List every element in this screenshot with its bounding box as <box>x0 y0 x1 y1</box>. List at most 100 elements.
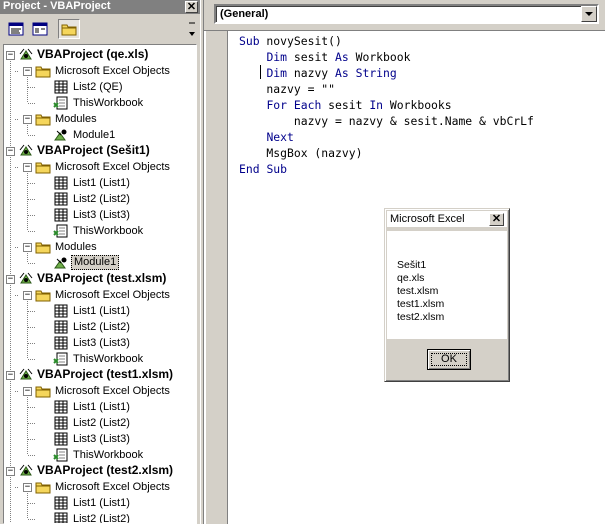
project-icon <box>18 367 34 383</box>
tree-item-label: Microsoft Excel Objects <box>55 385 170 397</box>
tree-item-folder[interactable]: − Microsoft Excel Objects <box>4 287 196 303</box>
tree-item-module[interactable]: Module1 <box>4 255 196 271</box>
tree-item-sheet[interactable]: List3 (List3) <box>4 431 196 447</box>
code-text: nazvy = nazvy & sesit.Name & vbCrLf <box>239 114 534 128</box>
tree-item-project[interactable]: − VBAProject (test2.xlsm) <box>4 463 196 479</box>
view-code-button[interactable] <box>5 19 27 39</box>
tree-item-label: VBAProject (test2.xlsm) <box>37 463 174 477</box>
tree-item-workbook[interactable]: ThisWorkbook <box>4 351 196 367</box>
tree-item-sheet[interactable]: List2 (List2) <box>4 319 196 335</box>
project-pane-title-text: Project - VBAProject <box>3 0 111 12</box>
tree-item-label: Microsoft Excel Objects <box>55 289 170 301</box>
tree-item-label: List3 (List3) <box>73 209 130 221</box>
tree-item-folder[interactable]: − Microsoft Excel Objects <box>4 383 196 399</box>
code-line[interactable]: Dim nazvy As String <box>239 65 397 81</box>
tree-item-module[interactable]: Module1 <box>4 127 196 143</box>
code-line[interactable]: End Sub <box>239 161 287 177</box>
workbook-icon <box>53 223 69 239</box>
project-pane-title[interactable]: Project - VBAProject ✕ <box>0 0 200 14</box>
sheet-icon <box>53 495 69 511</box>
message-line: test1.xlsm <box>397 298 445 310</box>
project-icon <box>18 47 34 63</box>
code-line[interactable]: nazvy = nazvy & sesit.Name & vbCrLf <box>239 113 534 129</box>
code-keyword: Dim <box>266 66 288 80</box>
tree-item-workbook[interactable]: ThisWorkbook <box>4 95 196 111</box>
workbook-icon <box>53 95 69 111</box>
object-dropdown-value: (General) <box>220 8 269 20</box>
tree-item-label: List1 (List1) <box>73 401 130 413</box>
tree-item-sheet[interactable]: List1 (List1) <box>4 495 196 511</box>
view-code-icon <box>8 22 24 36</box>
message-box-title[interactable]: Microsoft Excel ✕ <box>387 211 507 227</box>
toolbar-overflow-icon[interactable] <box>188 20 196 38</box>
collapse-toggle-icon[interactable]: − <box>6 371 15 380</box>
collapse-toggle-icon[interactable]: − <box>6 147 15 156</box>
toggle-folders-button[interactable] <box>58 19 80 39</box>
tree-item-label: Module1 <box>73 129 116 141</box>
collapse-toggle-icon[interactable]: − <box>6 51 15 60</box>
collapse-toggle-icon[interactable]: − <box>23 163 32 172</box>
message-box-dialog: Microsoft Excel ✕ Sešit1 qe.xls test.xls… <box>384 208 510 382</box>
tree-item-folder[interactable]: − Microsoft Excel Objects <box>4 479 196 495</box>
tree-item-sheet[interactable]: List2 (List2) <box>4 415 196 431</box>
tree-item-folder[interactable]: − Microsoft Excel Objects <box>4 159 196 175</box>
text-caret <box>260 65 261 79</box>
tree-item-sheet[interactable]: List3 (List3) <box>4 335 196 351</box>
tree-item-folder[interactable]: − Microsoft Excel Objects <box>4 63 196 79</box>
project-tree[interactable]: − VBAProject (qe.xls) − Microsoft Excel Obj… <box>3 44 197 524</box>
code-line[interactable]: Sub novySesit() <box>239 33 342 49</box>
collapse-toggle-icon[interactable]: − <box>23 483 32 492</box>
module-icon <box>53 127 69 143</box>
tree-item-sheet[interactable]: List2 (List2) <box>4 511 196 523</box>
tree-item-label: List2 (List2) <box>73 193 130 205</box>
code-line[interactable]: Dim sesit As Workbook <box>239 49 410 65</box>
tree-item-project[interactable]: − VBAProject (Sešit1) <box>4 143 196 159</box>
tree-item-sheet[interactable]: List1 (List1) <box>4 175 196 191</box>
folder-icon <box>35 239 51 255</box>
code-keyword: String <box>355 66 397 80</box>
ok-button[interactable]: OK <box>427 349 471 370</box>
code-line[interactable]: nazvy = "" <box>239 81 335 97</box>
tree-item-sheet[interactable]: List3 (List3) <box>4 207 196 223</box>
tree-item-sheet[interactable]: List2 (QE) <box>4 79 196 95</box>
project-explorer-pane: Project - VBAProject ✕ − VBAProject (qe.… <box>0 0 200 524</box>
sheet-icon <box>53 511 69 523</box>
code-margin-indicator-bar[interactable] <box>206 31 228 524</box>
tree-item-label: ThisWorkbook <box>73 353 144 365</box>
sheet-icon <box>53 303 69 319</box>
folder-icon <box>35 159 51 175</box>
object-dropdown[interactable]: (General) <box>214 4 599 24</box>
code-text: Workbook <box>348 50 411 64</box>
collapse-toggle-icon[interactable]: − <box>23 67 32 76</box>
collapse-toggle-icon[interactable]: − <box>23 387 32 396</box>
tree-item-label: List1 (List1) <box>73 497 130 509</box>
tree-item-sheet[interactable]: List1 (List1) <box>4 303 196 319</box>
close-icon[interactable]: ✕ <box>185 1 198 13</box>
collapse-toggle-icon[interactable]: − <box>23 243 32 252</box>
tree-item-project[interactable]: − VBAProject (qe.xls) <box>4 47 196 63</box>
collapse-toggle-icon[interactable]: − <box>23 291 32 300</box>
tree-item-label: List3 (List3) <box>73 433 130 445</box>
tree-item-folder[interactable]: − Modules <box>4 111 196 127</box>
tree-item-sheet[interactable]: List2 (List2) <box>4 191 196 207</box>
code-keyword: For <box>266 98 288 112</box>
tree-item-workbook[interactable]: ThisWorkbook <box>4 223 196 239</box>
collapse-toggle-icon[interactable]: − <box>6 467 15 476</box>
collapse-toggle-icon[interactable]: − <box>6 275 15 284</box>
tree-item-sheet[interactable]: List1 (List1) <box>4 399 196 415</box>
code-keyword: Dim <box>266 50 288 64</box>
dropdown-button[interactable] <box>581 6 597 22</box>
collapse-toggle-icon[interactable]: − <box>23 115 32 124</box>
tree-item-project[interactable]: − VBAProject (test1.xlsm) <box>4 367 196 383</box>
close-icon[interactable]: ✕ <box>489 213 504 226</box>
tree-item-project[interactable]: − VBAProject (test.xlsm) <box>4 271 196 287</box>
view-object-button[interactable] <box>29 19 51 39</box>
code-line[interactable]: For Each sesit In Workbooks <box>239 97 451 113</box>
tree-item-workbook[interactable]: ThisWorkbook <box>4 447 196 463</box>
code-line[interactable]: MsgBox (nazvy) <box>239 145 362 161</box>
tree-item-folder[interactable]: − Modules <box>4 239 196 255</box>
code-line[interactable]: Next <box>239 129 293 145</box>
